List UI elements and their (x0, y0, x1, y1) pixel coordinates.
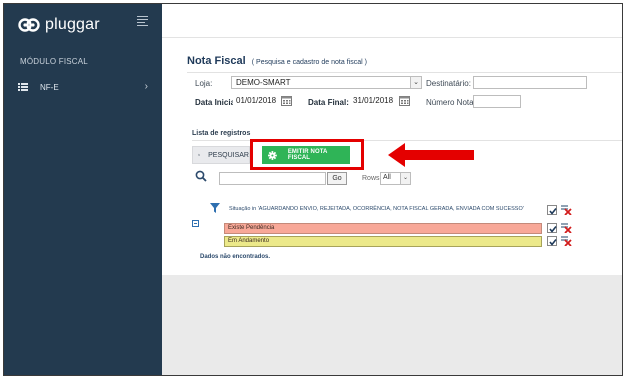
annotation-arrow-icon (388, 143, 474, 167)
loja-select[interactable]: DEMO-SMART ⌄ (231, 76, 422, 89)
search-icon[interactable] (195, 170, 207, 182)
highlight-andamento[interactable]: Em Andamento (224, 236, 542, 247)
filter-icon (210, 203, 220, 213)
data-final-input[interactable]: 31/01/2018 (350, 95, 396, 108)
page-title: Nota Fiscal ( Pesquisa e cadastro de not… (187, 55, 367, 67)
pesquisar-button[interactable]: PESQUISAR (192, 146, 250, 164)
page-subtitle: ( Pesquisa e cadastro de nota fiscal ) (251, 59, 367, 66)
sidebar-item-nfe[interactable]: NF-E › (18, 80, 148, 94)
numero-nota-input[interactable] (473, 95, 521, 108)
delete-filter-icon[interactable] (561, 205, 572, 215)
pesquisar-label: PESQUISAR (208, 151, 249, 159)
sidebar-section-title: MÓDULO FISCAL (20, 57, 88, 66)
go-button[interactable]: Go (327, 172, 347, 185)
highlight-pendencia[interactable]: Existe Pendência (224, 223, 542, 234)
search-icon (198, 154, 201, 156)
rows-select[interactable]: All ⌄ (380, 172, 411, 185)
content-background (162, 275, 622, 375)
loja-label: Loja: (195, 79, 213, 88)
annotation-highlight-box (250, 139, 364, 170)
filter-enabled-checkbox[interactable] (547, 205, 557, 215)
top-bar (162, 4, 622, 38)
chevron-down-icon: ⌄ (410, 77, 421, 88)
destinatario-input[interactable] (473, 76, 587, 89)
destinatario-label: Destinatário: (426, 79, 471, 88)
brand-logo[interactable]: pluggar (18, 14, 100, 36)
divider (187, 72, 622, 73)
highlight-pendencia-checkbox[interactable] (547, 223, 557, 233)
search-input[interactable] (219, 172, 326, 185)
pluggar-logo-icon (18, 18, 40, 32)
calendar-icon[interactable] (399, 96, 410, 106)
delete-highlight-icon[interactable] (561, 236, 572, 246)
sidebar-item-label: NF-E (40, 82, 59, 92)
empty-message: Dados não encontrados. (200, 254, 271, 260)
calendar-icon[interactable] (281, 96, 292, 106)
list-icon (18, 83, 28, 91)
collapse-icon[interactable] (192, 220, 199, 227)
content-panel: Nota Fiscal ( Pesquisa e cadastro de not… (162, 39, 622, 275)
menu-toggle-icon[interactable] (137, 16, 148, 28)
chevron-down-icon: ⌄ (400, 173, 410, 184)
section-title: Lista de registros (192, 130, 251, 137)
loja-value: DEMO-SMART (236, 78, 291, 87)
brand-name: pluggar (45, 16, 100, 33)
data-inicial-input[interactable]: 01/01/2018 (233, 95, 279, 108)
page-title-text: Nota Fiscal (187, 55, 246, 67)
app-window: pluggar MÓDULO FISCAL NF-E › Nota Fiscal (3, 3, 623, 376)
rows-label: Rows (362, 175, 380, 182)
sidebar: pluggar MÓDULO FISCAL NF-E › (4, 4, 162, 375)
delete-highlight-icon[interactable] (561, 223, 572, 233)
numero-nota-label: Número Nota: (426, 98, 476, 107)
data-final-label: Data Final: (308, 98, 349, 107)
filter-condition[interactable]: Situação in 'AGUARDANDO ENVIO, REJEITADA… (229, 206, 524, 212)
chevron-right-icon: › (144, 81, 148, 92)
highlight-andamento-checkbox[interactable] (547, 236, 557, 246)
rows-value: All (383, 174, 391, 181)
main-content: Nota Fiscal ( Pesquisa e cadastro de not… (162, 39, 622, 375)
